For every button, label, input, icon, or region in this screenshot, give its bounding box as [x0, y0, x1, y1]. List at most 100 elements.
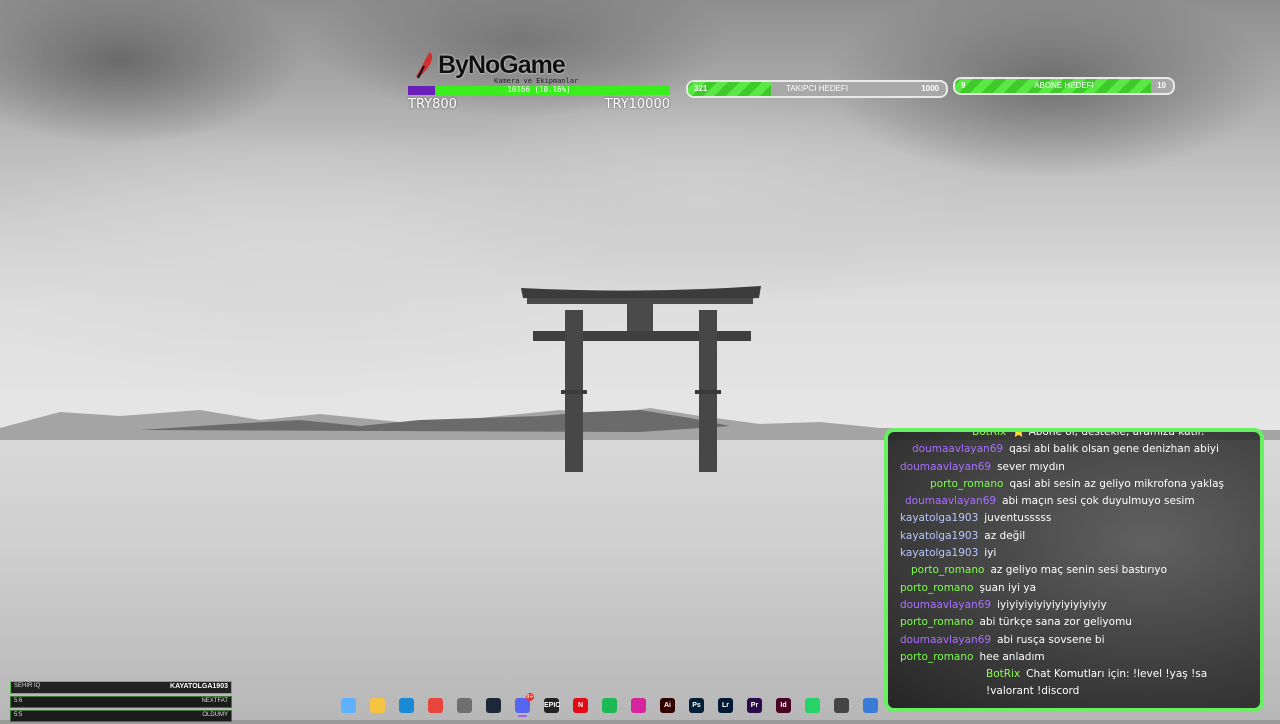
chat-username[interactable]: porto_romano	[900, 616, 973, 628]
chat-message: BotRix ⭐ Abone ol, destekle, aramıza katı…	[888, 428, 1260, 441]
chat-message: doumaavlayan69 abi maçın sesi çok duyulmu…	[888, 493, 1260, 510]
chat-message: porto_romano abi türkçe sana zor geliyomu	[888, 614, 1260, 631]
stats-row-right: OLDUMY	[202, 712, 228, 718]
chat-username[interactable]: doumaavlayan69	[912, 443, 1003, 455]
chat-username[interactable]: porto_romano	[900, 582, 973, 594]
chat-username[interactable]: doumaavlayan69	[900, 461, 991, 473]
subscriber-goal-bar: 9 ABONE HEDEFI 10	[953, 77, 1175, 95]
chat-text: qasi abi balık olsan gene denizhan abiyi	[1009, 443, 1219, 456]
donation-max-label: TRY10000	[604, 97, 670, 112]
taskbar-button[interactable]	[597, 693, 622, 717]
stats-title-right: KAYATOLGA1903	[170, 683, 228, 690]
app-icon	[863, 697, 878, 713]
taskbar-button[interactable]	[394, 693, 419, 717]
follower-goal-title: TAKIPCI HEDEFI	[785, 84, 849, 93]
brand-logo: ByNoGame	[414, 50, 566, 80]
follower-goal-max: 1000	[921, 84, 939, 93]
stats-row-left: 5:5	[14, 712, 23, 718]
subscriber-goal-max: 10	[1157, 81, 1166, 90]
chat-message: porto_romano şuan iyi ya	[888, 580, 1260, 597]
task-view-icon	[341, 697, 356, 713]
chat-text: qasi abi sesin az geliyo mikrofona yakla…	[1009, 477, 1224, 490]
chat-text: abi türkçe sana zor geliyomu	[979, 616, 1132, 629]
chat-username[interactable]: doumaavlayan69	[900, 599, 991, 611]
taskbar-button[interactable]	[626, 693, 651, 717]
torii-gate	[521, 286, 761, 472]
chrome-icon	[428, 697, 443, 713]
obs-icon	[834, 697, 849, 713]
game-stats-widget: SEHIR IQ KAYATOLGA1903 5:6 NEXTFAT 5:5 O…	[10, 681, 232, 724]
epic-games-icon: EPIC	[544, 697, 560, 713]
stats-row: SEHIR IQ KAYATOLGA1903	[10, 681, 232, 694]
taskbar-button[interactable]	[858, 693, 883, 717]
follower-goal-bar: 321 TAKIPCI HEDEFI 1000	[686, 80, 948, 98]
chat-username[interactable]: porto_romano	[930, 478, 1003, 490]
indesign-icon: Id	[776, 697, 791, 713]
photoshop-icon: Ps	[689, 697, 704, 713]
chat-message: porto_romano az geliyo maç senin sesi bas…	[888, 562, 1260, 579]
chat-username[interactable]: BotRix	[972, 432, 1006, 438]
taskbar-button[interactable]: Ps	[684, 693, 709, 717]
taskbar-button[interactable]: Lr	[713, 693, 738, 717]
taskbar-button[interactable]	[336, 693, 361, 717]
whatsapp-icon	[805, 697, 820, 713]
chat-username[interactable]: doumaavlayan69	[900, 634, 991, 646]
taskbar-button[interactable]: N	[568, 693, 593, 717]
chat-message: doumaavlayan69 abi rusça sovsene bi	[888, 632, 1260, 649]
chat-username[interactable]: porto_romano	[911, 564, 984, 576]
chat-text: hee anladım	[979, 650, 1045, 663]
taskbar-button[interactable]: Id	[771, 693, 796, 717]
chat-text: juventusssss	[984, 512, 1052, 525]
chat-text: sever mıydın	[997, 460, 1065, 473]
taskbar-button[interactable]: Pr	[742, 693, 767, 717]
chat-message: doumaavlayan69 sever mıydın	[888, 459, 1260, 476]
chat-text: az değil	[984, 529, 1026, 542]
notification-badge: 9+	[526, 693, 534, 701]
feather-logo-icon	[416, 52, 433, 79]
taskbar-button[interactable]: 9+	[510, 693, 535, 717]
taskbar-button[interactable]	[800, 693, 825, 717]
taskbar-button[interactable]	[829, 693, 854, 717]
donation-goal-widget: ByNoGame Kamera ve Ekipmanlar 10166 (10.…	[408, 50, 670, 112]
chat-message: doumaavlayan69 iyiyiyiyiyiyiyiyiyiyiyiy	[888, 597, 1260, 614]
goal-subtitle: Kamera ve Ekipmanlar	[494, 77, 579, 85]
chat-username[interactable]: kayatolga1903	[900, 530, 978, 542]
chat-text: ⭐ Abone ol, destekle, aramıza katıl!	[1012, 428, 1205, 438]
chat-username[interactable]: doumaavlayan69	[905, 495, 996, 507]
taskbar-button[interactable]	[481, 693, 506, 717]
spotify-icon	[602, 697, 617, 713]
chat-text: az geliyo maç senin sesi bastırıyo	[990, 564, 1168, 577]
chat-username[interactable]: porto_romano	[900, 651, 973, 663]
chat-text: abi maçın sesi çok duyulmuyo sesim	[1002, 495, 1195, 508]
edge-icon	[399, 697, 414, 713]
lightroom-icon: Lr	[718, 697, 733, 713]
chat-message: kayatolga1903 iyi	[888, 545, 1260, 562]
subscriber-goal-title: ABONE HEDEFI	[1034, 81, 1094, 90]
chat-message: doumaavlayan69 qasi abi balık olsan gene …	[888, 441, 1260, 458]
netflix-icon: N	[573, 697, 588, 713]
taskbar-button[interactable]	[365, 693, 390, 717]
chat-username[interactable]: kayatolga1903	[900, 547, 978, 559]
chat-message: porto_romano qasi abi sesin az geliyo mik…	[888, 476, 1260, 493]
chat-message: kayatolga1903 juventusssss	[888, 510, 1260, 527]
chat-text: iyiyiyiyiyiyiyiyiyiyiyiy	[997, 598, 1107, 611]
taskbar-button[interactable]: EPIC	[539, 693, 564, 717]
steam-icon	[486, 697, 501, 713]
chat-text: iyi	[984, 547, 997, 560]
illustrator-icon: Ai	[660, 697, 675, 713]
taskbar-button[interactable]	[423, 693, 448, 717]
taskbar-button[interactable]	[452, 693, 477, 717]
chat-text: abi rusça sovsene bi	[997, 633, 1105, 646]
chat-username[interactable]: kayatolga1903	[900, 512, 978, 524]
microsoft-store-icon	[457, 697, 472, 713]
chat-message: kayatolga1903 az değil	[888, 528, 1260, 545]
stats-row-right: NEXTFAT	[201, 698, 228, 704]
taskbar-button[interactable]: Ai	[655, 693, 680, 717]
donation-progress-bar: 10166 (10.16%)	[408, 85, 670, 95]
donation-min-label: TRY800	[408, 97, 457, 112]
chat-username[interactable]: BotRix	[986, 668, 1020, 680]
chat-text: şuan iyi ya	[979, 581, 1037, 594]
stats-row-left: 5:6	[14, 698, 23, 704]
chat-message: BotRix Chat Komutları için: !level !yaş !…	[888, 666, 1260, 701]
stats-row: 5:6 NEXTFAT	[10, 696, 232, 708]
